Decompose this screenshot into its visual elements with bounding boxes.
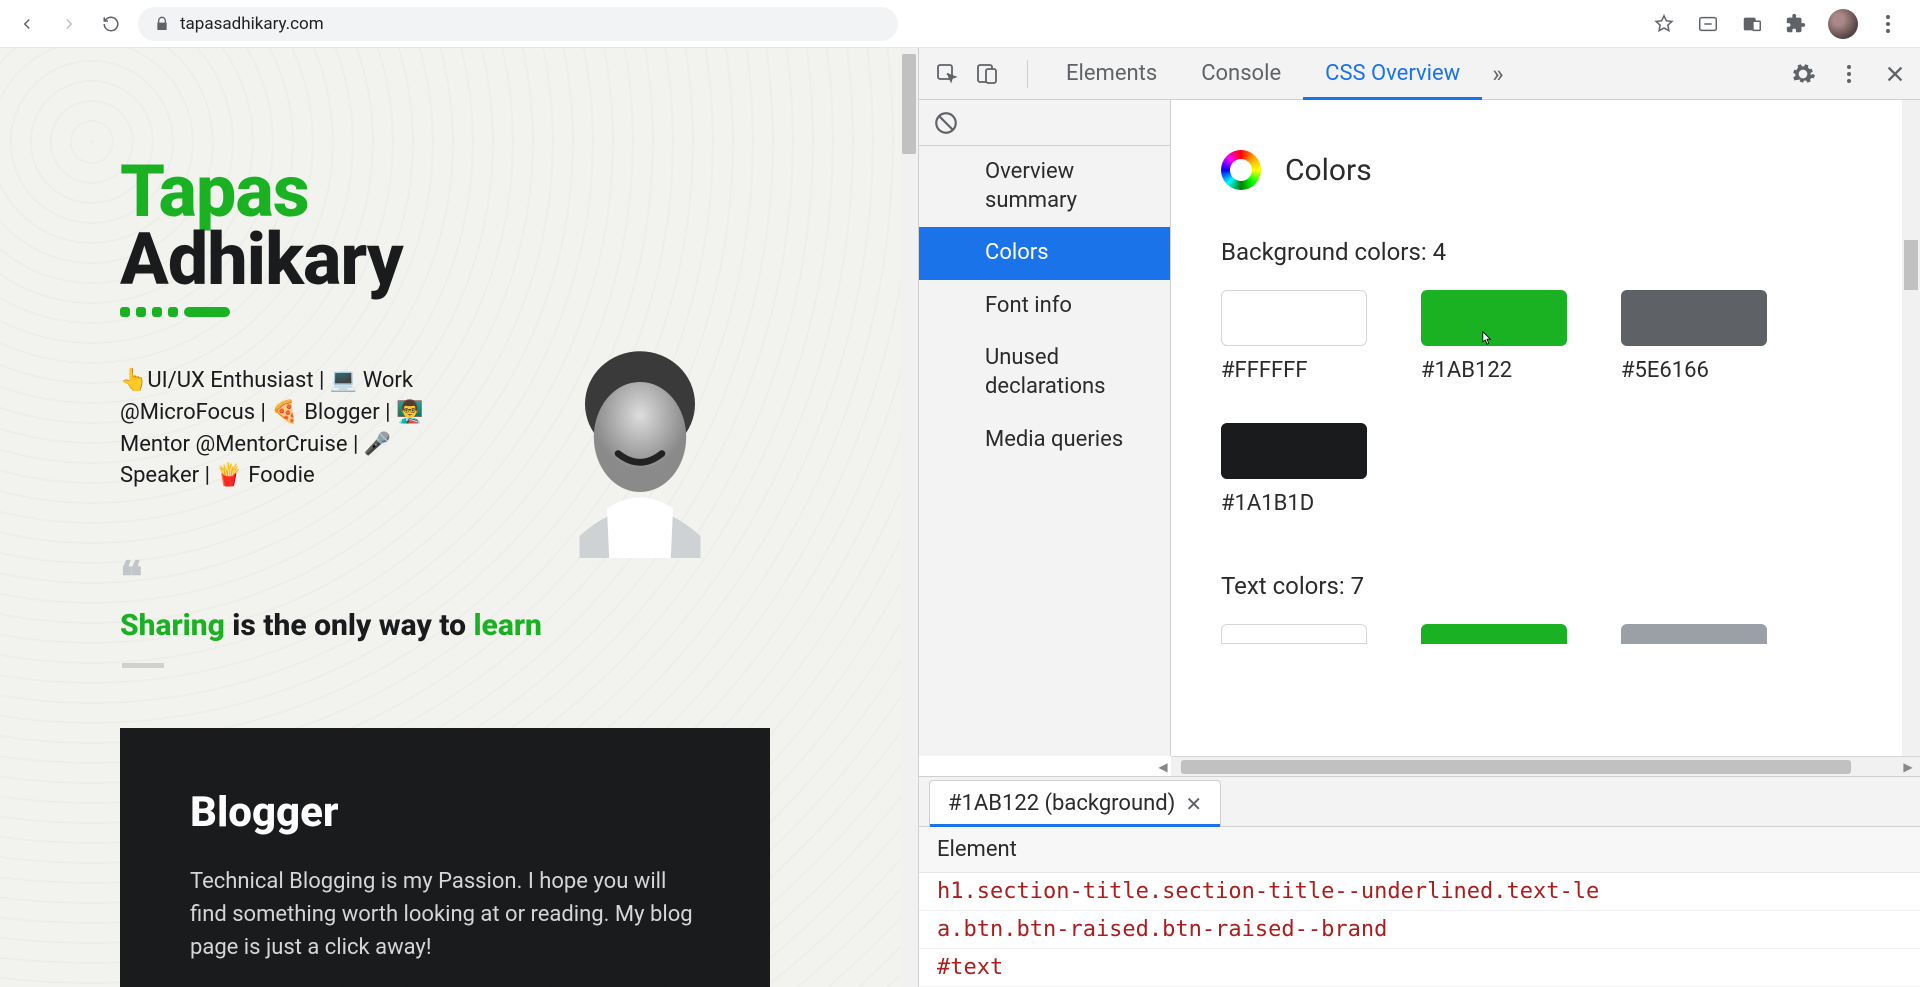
sidebar-item-unused-declarations[interactable]: Unused declarations bbox=[919, 332, 1170, 413]
devtools-tabbar: Elements Console CSS Overview » bbox=[919, 48, 1920, 100]
cursor-pointer-icon bbox=[1477, 330, 1497, 350]
extension-icon-2[interactable] bbox=[1740, 12, 1764, 36]
blogger-card: Blogger Technical Blogging is my Passion… bbox=[120, 728, 770, 987]
back-button[interactable] bbox=[12, 9, 42, 39]
reload-button[interactable] bbox=[96, 9, 126, 39]
extensions-puzzle-icon[interactable] bbox=[1784, 12, 1808, 36]
drawer-tab-label: #1AB122 (background) bbox=[948, 791, 1175, 816]
url-text: tapasadhikary.com bbox=[180, 14, 324, 34]
drawer-column-header: Element bbox=[919, 827, 1920, 873]
lock-icon bbox=[154, 16, 170, 32]
text-swatches-partial bbox=[1221, 624, 1870, 644]
element-row[interactable]: h1.section-title.section-title--underlin… bbox=[919, 873, 1920, 911]
quote-mid: is the only way to bbox=[225, 608, 474, 643]
drawer-tab-active[interactable]: #1AB122 (background) ✕ bbox=[929, 780, 1221, 826]
hero-firstname: Tapas bbox=[120, 158, 858, 226]
devtools-settings-icon[interactable] bbox=[1790, 61, 1816, 87]
forward-button[interactable] bbox=[54, 9, 84, 39]
devtools-close-icon[interactable] bbox=[1882, 61, 1908, 87]
swatch-label: #1A1B1D bbox=[1221, 491, 1367, 516]
swatch-item[interactable]: #1AB122 bbox=[1421, 290, 1567, 383]
swatch-label: #5E6166 bbox=[1621, 358, 1767, 383]
devtools-drawer: #1AB122 (background) ✕ Element h1.sectio… bbox=[919, 776, 1920, 987]
browser-menu-button[interactable] bbox=[1878, 14, 1898, 34]
devtools-panel: Elements Console CSS Overview » bbox=[918, 48, 1920, 987]
hero-underline bbox=[120, 307, 858, 317]
star-icon[interactable] bbox=[1652, 12, 1676, 36]
swatch-item[interactable]: #FFFFFF bbox=[1221, 290, 1367, 383]
content-horizontal-scrollbar[interactable]: ◀ ▶ bbox=[1171, 756, 1920, 776]
browser-toolbar: tapasadhikary.com bbox=[0, 0, 1920, 48]
quote-word-1: Sharing bbox=[120, 608, 225, 643]
drawer-tabbar: #1AB122 (background) ✕ bbox=[919, 777, 1920, 827]
webpage-content: Tapas Adhikary 👆UI/UX Enthusiast | 💻 Wor… bbox=[0, 48, 918, 987]
colors-heading: Colors bbox=[1285, 153, 1372, 188]
content-vertical-scrollbar[interactable] bbox=[1902, 100, 1920, 756]
drawer-tab-close-icon[interactable]: ✕ bbox=[1185, 792, 1202, 816]
sidebar-top-row bbox=[919, 100, 1170, 146]
swatch-label: #1AB122 bbox=[1421, 358, 1567, 383]
sidebar-item-font-info[interactable]: Font info bbox=[919, 280, 1170, 333]
css-overview-sidebar: Overview summary Colors Font info Unused… bbox=[919, 100, 1171, 756]
block-icon[interactable] bbox=[933, 110, 959, 136]
card-title: Blogger bbox=[190, 788, 700, 837]
color-swatch[interactable] bbox=[1221, 423, 1367, 479]
extension-icon-1[interactable] bbox=[1696, 12, 1720, 36]
sidebar-item-overview-summary[interactable]: Overview summary bbox=[919, 146, 1170, 227]
address-bar[interactable]: tapasadhikary.com bbox=[138, 7, 898, 41]
sidebar-item-media-queries[interactable]: Media queries bbox=[919, 414, 1170, 467]
main-split: Tapas Adhikary 👆UI/UX Enthusiast | 💻 Wor… bbox=[0, 48, 1920, 987]
color-wheel-icon bbox=[1221, 150, 1261, 190]
devtools-menu-icon[interactable] bbox=[1836, 61, 1862, 87]
page-scrollbar[interactable] bbox=[900, 48, 918, 987]
quote-word-2: learn bbox=[473, 608, 541, 643]
swatch-item[interactable]: #1A1B1D bbox=[1221, 423, 1367, 516]
hero-quote: Sharing is the only way to learn bbox=[120, 608, 858, 643]
quote-icon: ❝ bbox=[120, 552, 858, 602]
device-toolbar-icon[interactable] bbox=[971, 58, 1003, 90]
inspect-element-icon[interactable] bbox=[931, 58, 963, 90]
hero-lastname: Adhikary bbox=[120, 226, 858, 294]
hero-portrait bbox=[530, 338, 750, 558]
color-swatch[interactable] bbox=[1621, 290, 1767, 346]
tab-console[interactable]: Console bbox=[1179, 48, 1303, 99]
webpage-viewport[interactable]: Tapas Adhikary 👆UI/UX Enthusiast | 💻 Wor… bbox=[0, 48, 918, 987]
element-row[interactable]: a.btn.btn-raised.btn-raised--brand bbox=[919, 911, 1920, 949]
hero-bio: 👆UI/UX Enthusiast | 💻 Work @MicroFocus |… bbox=[120, 365, 460, 493]
sidebar-item-colors[interactable]: Colors bbox=[919, 227, 1170, 280]
card-body: Technical Blogging is my Passion. I hope… bbox=[190, 865, 700, 964]
profile-avatar[interactable] bbox=[1828, 9, 1858, 39]
quote-underline bbox=[122, 663, 164, 668]
element-row[interactable]: #text bbox=[919, 949, 1920, 987]
background-swatches: #FFFFFF #1AB122 #5E6166 bbox=[1221, 290, 1870, 516]
swatch-label: #FFFFFF bbox=[1221, 358, 1367, 383]
app-root: tapasadhikary.com Tapas Adhikary bbox=[0, 0, 1920, 987]
tab-elements[interactable]: Elements bbox=[1044, 48, 1179, 99]
text-colors-label: Text colors: 7 bbox=[1221, 572, 1870, 600]
swatch-item[interactable]: #5E6166 bbox=[1621, 290, 1767, 383]
toolbar-right bbox=[1652, 9, 1908, 39]
background-colors-label: Background colors: 4 bbox=[1221, 238, 1870, 266]
css-overview-content: Colors Background colors: 4 #FFFFFF #1AB… bbox=[1171, 100, 1920, 756]
more-tabs-icon[interactable]: » bbox=[1492, 60, 1503, 88]
tab-css-overview[interactable]: CSS Overview bbox=[1303, 48, 1482, 99]
color-swatch[interactable] bbox=[1221, 290, 1367, 346]
